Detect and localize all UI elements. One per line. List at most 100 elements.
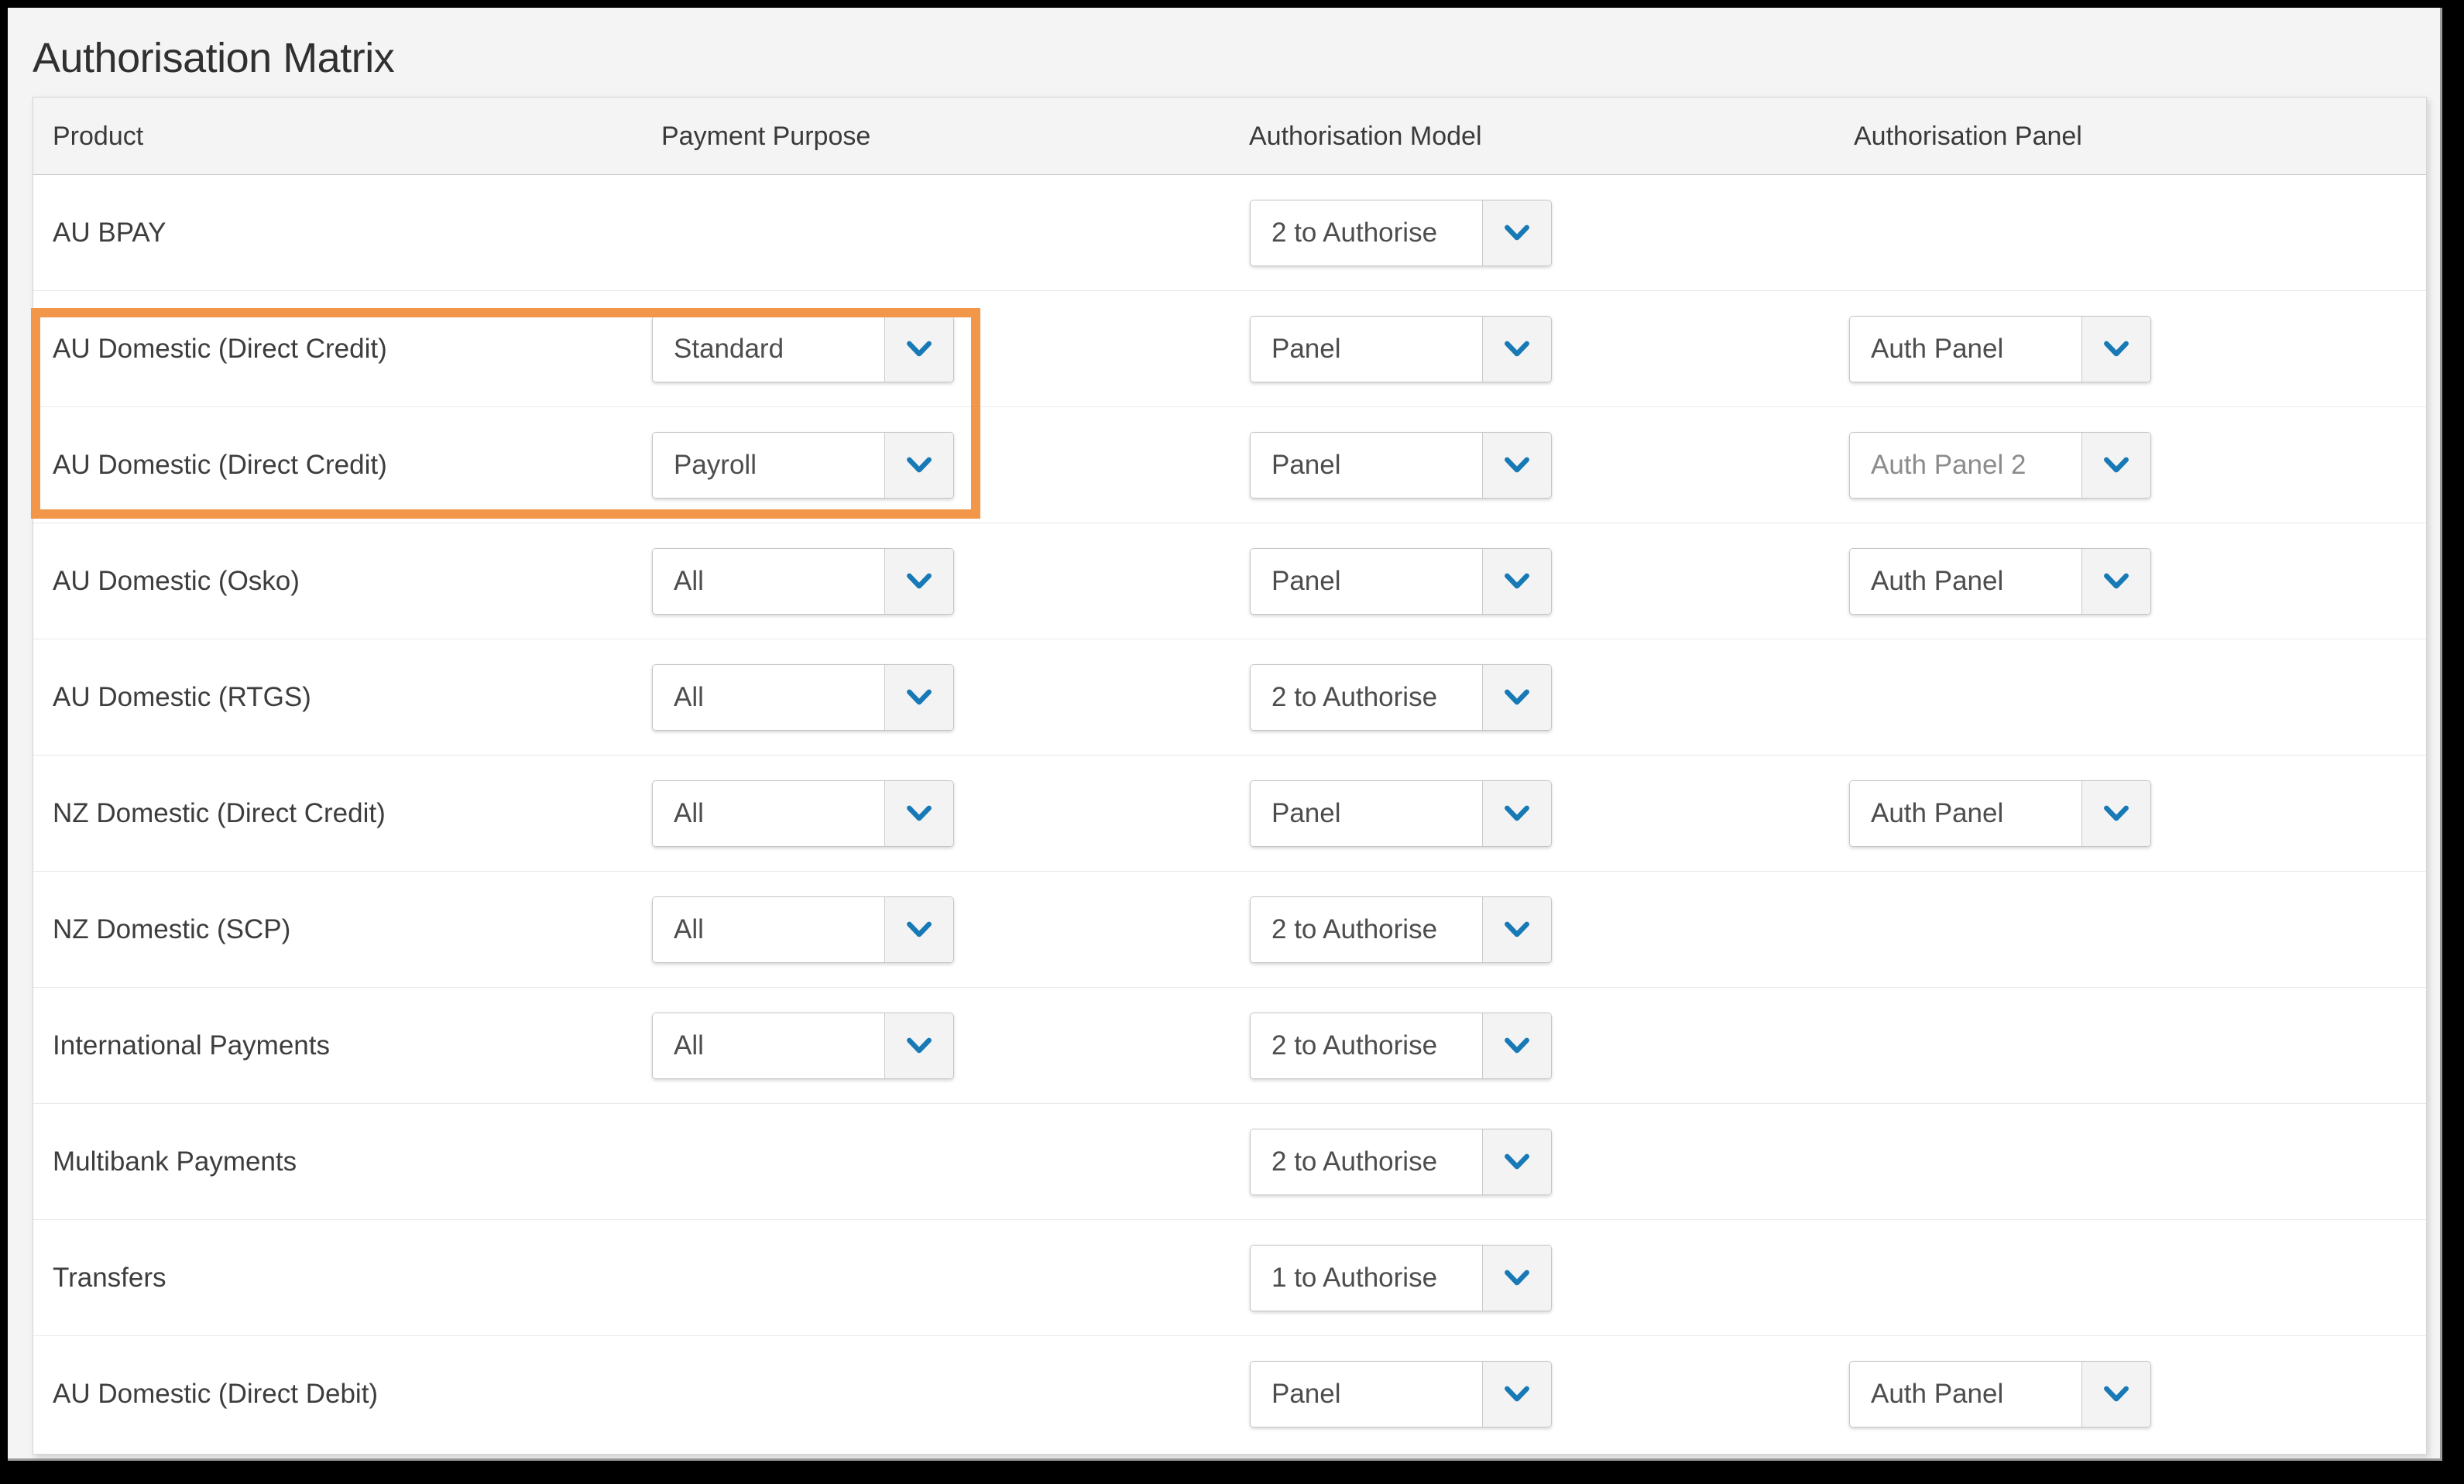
dropdown-value: All bbox=[653, 665, 885, 730]
dropdown-value: 2 to Authorise bbox=[1251, 897, 1483, 962]
payment-purpose-dropdown[interactable]: Standard bbox=[652, 316, 954, 382]
dropdown-value: 2 to Authorise bbox=[1251, 1129, 1483, 1194]
payment-purpose-dropdown[interactable]: All bbox=[652, 664, 954, 731]
authorisation-panel-dropdown[interactable]: Auth Panel 2 bbox=[1849, 432, 2151, 499]
dropdown-toggle-button[interactable] bbox=[885, 665, 953, 730]
chevron-down-icon bbox=[906, 573, 932, 590]
product-label: AU Domestic (Osko) bbox=[53, 566, 300, 597]
page: Authorisation Matrix Product Payment Pur… bbox=[8, 8, 2442, 1461]
dropdown-toggle-button[interactable] bbox=[1483, 317, 1551, 382]
dropdown-toggle-button[interactable] bbox=[885, 317, 953, 382]
dropdown-value: Standard bbox=[653, 317, 885, 382]
dropdown-value: Auth Panel bbox=[1850, 1362, 2082, 1427]
dropdown-toggle-button[interactable] bbox=[1483, 1013, 1551, 1078]
authorisation-model-dropdown[interactable]: 2 to Authorise bbox=[1250, 1013, 1552, 1079]
dropdown-toggle-button[interactable] bbox=[885, 897, 953, 962]
dropdown-toggle-button[interactable] bbox=[2082, 317, 2150, 382]
page-title: Authorisation Matrix bbox=[33, 36, 394, 81]
table-row: Multibank Payments 2 to Authorise bbox=[33, 1104, 2426, 1220]
authorisation-panel-dropdown[interactable]: Auth Panel bbox=[1849, 548, 2151, 615]
authorisation-model-dropdown[interactable]: Panel bbox=[1250, 548, 1552, 615]
dropdown-toggle-button[interactable] bbox=[2082, 549, 2150, 614]
chevron-down-icon bbox=[2103, 457, 2129, 474]
payment-purpose-dropdown[interactable]: All bbox=[652, 896, 954, 963]
chevron-down-icon bbox=[2103, 341, 2129, 358]
payment-purpose-dropdown[interactable]: All bbox=[652, 1013, 954, 1079]
dropdown-toggle-button[interactable] bbox=[885, 781, 953, 846]
dropdown-toggle-button[interactable] bbox=[2082, 433, 2150, 498]
dropdown-value: All bbox=[653, 781, 885, 846]
table-row: NZ Domestic (Direct Credit) All Panel Au… bbox=[33, 756, 2426, 872]
dropdown-toggle-button[interactable] bbox=[1483, 1362, 1551, 1427]
chevron-down-icon bbox=[2103, 573, 2129, 590]
chevron-down-icon bbox=[1504, 457, 1530, 474]
chevron-down-icon bbox=[906, 1037, 932, 1054]
authorisation-model-dropdown[interactable]: 1 to Authorise bbox=[1250, 1245, 1552, 1311]
authorisation-model-dropdown[interactable]: 2 to Authorise bbox=[1250, 896, 1552, 963]
dropdown-value: Panel bbox=[1251, 317, 1483, 382]
dropdown-value: 2 to Authorise bbox=[1251, 665, 1483, 730]
dropdown-toggle-button[interactable] bbox=[1483, 1129, 1551, 1194]
dropdown-value: Auth Panel bbox=[1850, 781, 2082, 846]
table-row: NZ Domestic (SCP) All 2 to Authorise bbox=[33, 872, 2426, 988]
table-row: AU Domestic (Direct Credit) Standard Pan… bbox=[33, 291, 2426, 407]
dropdown-toggle-button[interactable] bbox=[2082, 781, 2150, 846]
dropdown-value: Auth Panel bbox=[1850, 317, 2082, 382]
authorisation-model-dropdown[interactable]: 2 to Authorise bbox=[1250, 664, 1552, 731]
product-label: Multibank Payments bbox=[53, 1146, 297, 1177]
authorisation-panel-dropdown[interactable]: Auth Panel bbox=[1849, 780, 2151, 847]
dropdown-value: Panel bbox=[1251, 433, 1483, 498]
dropdown-value: Payroll bbox=[653, 433, 885, 498]
authorisation-model-dropdown[interactable]: Panel bbox=[1250, 780, 1552, 847]
table-row: Transfers 1 to Authorise bbox=[33, 1220, 2426, 1336]
product-label: AU Domestic (Direct Credit) bbox=[53, 334, 387, 365]
chevron-down-icon bbox=[906, 689, 932, 706]
chevron-down-icon bbox=[2103, 805, 2129, 822]
table-row: International Payments All 2 to Authoris… bbox=[33, 988, 2426, 1104]
dropdown-toggle-button[interactable] bbox=[1483, 665, 1551, 730]
dropdown-toggle-button[interactable] bbox=[2082, 1362, 2150, 1427]
dropdown-toggle-button[interactable] bbox=[885, 433, 953, 498]
dropdown-toggle-button[interactable] bbox=[1483, 549, 1551, 614]
dropdown-value: 2 to Authorise bbox=[1251, 1013, 1483, 1078]
dropdown-value: Auth Panel 2 bbox=[1850, 433, 2082, 498]
authorisation-matrix-table: Product Payment Purpose Authorisation Mo… bbox=[33, 97, 2427, 1455]
product-label: NZ Domestic (SCP) bbox=[53, 914, 290, 945]
dropdown-value: All bbox=[653, 897, 885, 962]
authorisation-model-dropdown[interactable]: 2 to Authorise bbox=[1250, 1129, 1552, 1195]
chevron-down-icon bbox=[906, 921, 932, 938]
authorisation-panel-dropdown[interactable]: Auth Panel bbox=[1849, 1361, 2151, 1427]
dropdown-value: Auth Panel bbox=[1850, 549, 2082, 614]
dropdown-value: Panel bbox=[1251, 1362, 1483, 1427]
dropdown-value: Panel bbox=[1251, 549, 1483, 614]
dropdown-toggle-button[interactable] bbox=[1483, 781, 1551, 846]
chevron-down-icon bbox=[1504, 573, 1530, 590]
payment-purpose-dropdown[interactable]: All bbox=[652, 780, 954, 847]
dropdown-toggle-button[interactable] bbox=[1483, 1246, 1551, 1311]
payment-purpose-dropdown[interactable]: All bbox=[652, 548, 954, 615]
authorisation-model-dropdown[interactable]: 2 to Authorise bbox=[1250, 200, 1552, 266]
chevron-down-icon bbox=[2103, 1386, 2129, 1403]
authorisation-model-dropdown[interactable]: Panel bbox=[1250, 1361, 1552, 1427]
dropdown-toggle-button[interactable] bbox=[885, 1013, 953, 1078]
table-body: AU BPAY 2 to Authorise AU Domestic (Dire… bbox=[33, 175, 2426, 1452]
chevron-down-icon bbox=[1504, 1270, 1530, 1287]
dropdown-value: 2 to Authorise bbox=[1251, 200, 1483, 266]
column-header-payment-purpose: Payment Purpose bbox=[661, 98, 870, 175]
column-header-authorisation-model: Authorisation Model bbox=[1249, 98, 1482, 175]
chevron-down-icon bbox=[1504, 1386, 1530, 1403]
chevron-down-icon bbox=[1504, 341, 1530, 358]
authorisation-model-dropdown[interactable]: Panel bbox=[1250, 316, 1552, 382]
dropdown-toggle-button[interactable] bbox=[1483, 433, 1551, 498]
payment-purpose-dropdown[interactable]: Payroll bbox=[652, 432, 954, 499]
product-label: AU Domestic (RTGS) bbox=[53, 682, 311, 713]
dropdown-toggle-button[interactable] bbox=[885, 549, 953, 614]
authorisation-panel-dropdown[interactable]: Auth Panel bbox=[1849, 316, 2151, 382]
chevron-down-icon bbox=[906, 457, 932, 474]
chevron-down-icon bbox=[1504, 1037, 1530, 1054]
authorisation-model-dropdown[interactable]: Panel bbox=[1250, 432, 1552, 499]
dropdown-toggle-button[interactable] bbox=[1483, 897, 1551, 962]
table-row: AU Domestic (Direct Debit) Panel Auth Pa… bbox=[33, 1336, 2426, 1452]
chevron-down-icon bbox=[1504, 224, 1530, 242]
dropdown-toggle-button[interactable] bbox=[1483, 200, 1551, 266]
